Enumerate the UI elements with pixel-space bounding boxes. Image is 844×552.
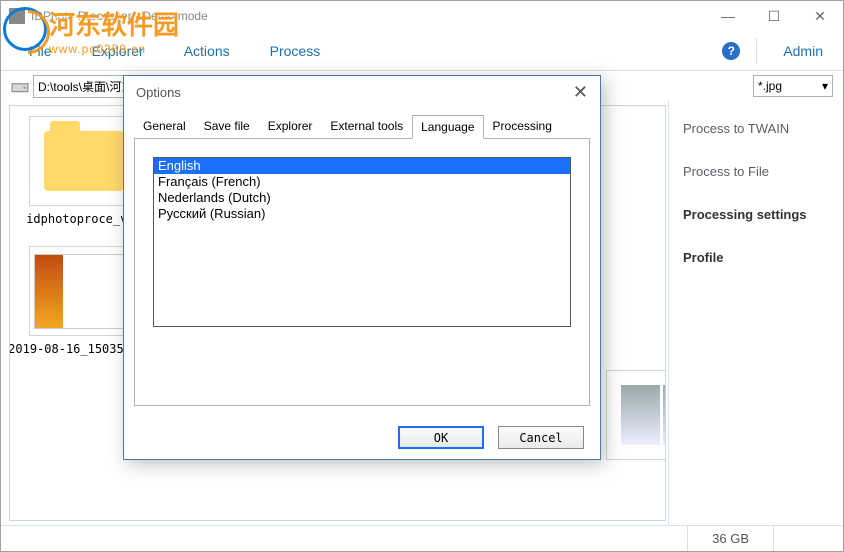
menu-file[interactable]: File [13,37,68,65]
language-option[interactable]: English [154,158,570,174]
minimize-button[interactable]: — [705,1,751,31]
window-controls: — ☐ ✕ [705,1,843,31]
language-option[interactable]: Nederlands (Dutch) [154,190,570,206]
extension-filter[interactable]: *.jpg▾ [753,75,833,97]
chevron-down-icon: ▾ [822,79,828,93]
side-process-file[interactable]: Process to File [683,164,829,179]
window-title: IDPhoto Processor - Demo mode [31,9,208,23]
language-option[interactable]: Français (French) [154,174,570,190]
maximize-button[interactable]: ☐ [751,1,797,31]
ok-button[interactable]: OK [398,426,484,449]
status-disk: 36 GB [687,526,773,551]
menu-process[interactable]: Process [254,37,337,65]
menubar: File Explorer Actions Process ? Admin [1,31,843,71]
status-bar: 36 GB [1,525,843,551]
divider [756,38,757,64]
side-process-twain[interactable]: Process to TWAIN [683,121,829,136]
tab-processing[interactable]: Processing [484,114,561,138]
tab-save-file[interactable]: Save file [195,114,259,138]
folder-icon [44,131,124,191]
app-icon [9,8,25,24]
dialog-buttons: OK Cancel [124,416,600,459]
dialog-close-icon[interactable]: ✕ [573,82,588,103]
language-option[interactable]: Русский (Russian) [154,206,570,222]
side-profile[interactable]: Profile [683,250,829,265]
drive-icon[interactable] [11,77,29,95]
status-empty [773,526,843,551]
tab-general[interactable]: General [134,114,195,138]
side-processing-settings[interactable]: Processing settings [683,207,829,222]
options-dialog: Options ✕ General Save file Explorer Ext… [123,75,601,460]
thumb-item[interactable] [597,370,666,460]
dialog-tabstrip: General Save file Explorer External tool… [124,108,600,138]
tab-language[interactable]: Language [412,115,483,139]
menu-actions[interactable]: Actions [168,37,246,65]
tab-external-tools[interactable]: External tools [321,114,412,138]
language-listbox[interactable]: English Français (French) Nederlands (Du… [153,157,571,327]
close-button[interactable]: ✕ [797,1,843,31]
dialog-title: Options [136,85,181,100]
menu-admin[interactable]: Admin [763,37,843,65]
help-icon[interactable]: ? [722,42,740,60]
menu-explorer[interactable]: Explorer [76,37,160,65]
cancel-button[interactable]: Cancel [498,426,584,449]
dialog-titlebar: Options ✕ [124,76,600,108]
side-panel: Process to TWAIN Process to File Process… [668,101,843,525]
tab-explorer[interactable]: Explorer [259,114,322,138]
dialog-body: English Français (French) Nederlands (Du… [134,138,590,406]
